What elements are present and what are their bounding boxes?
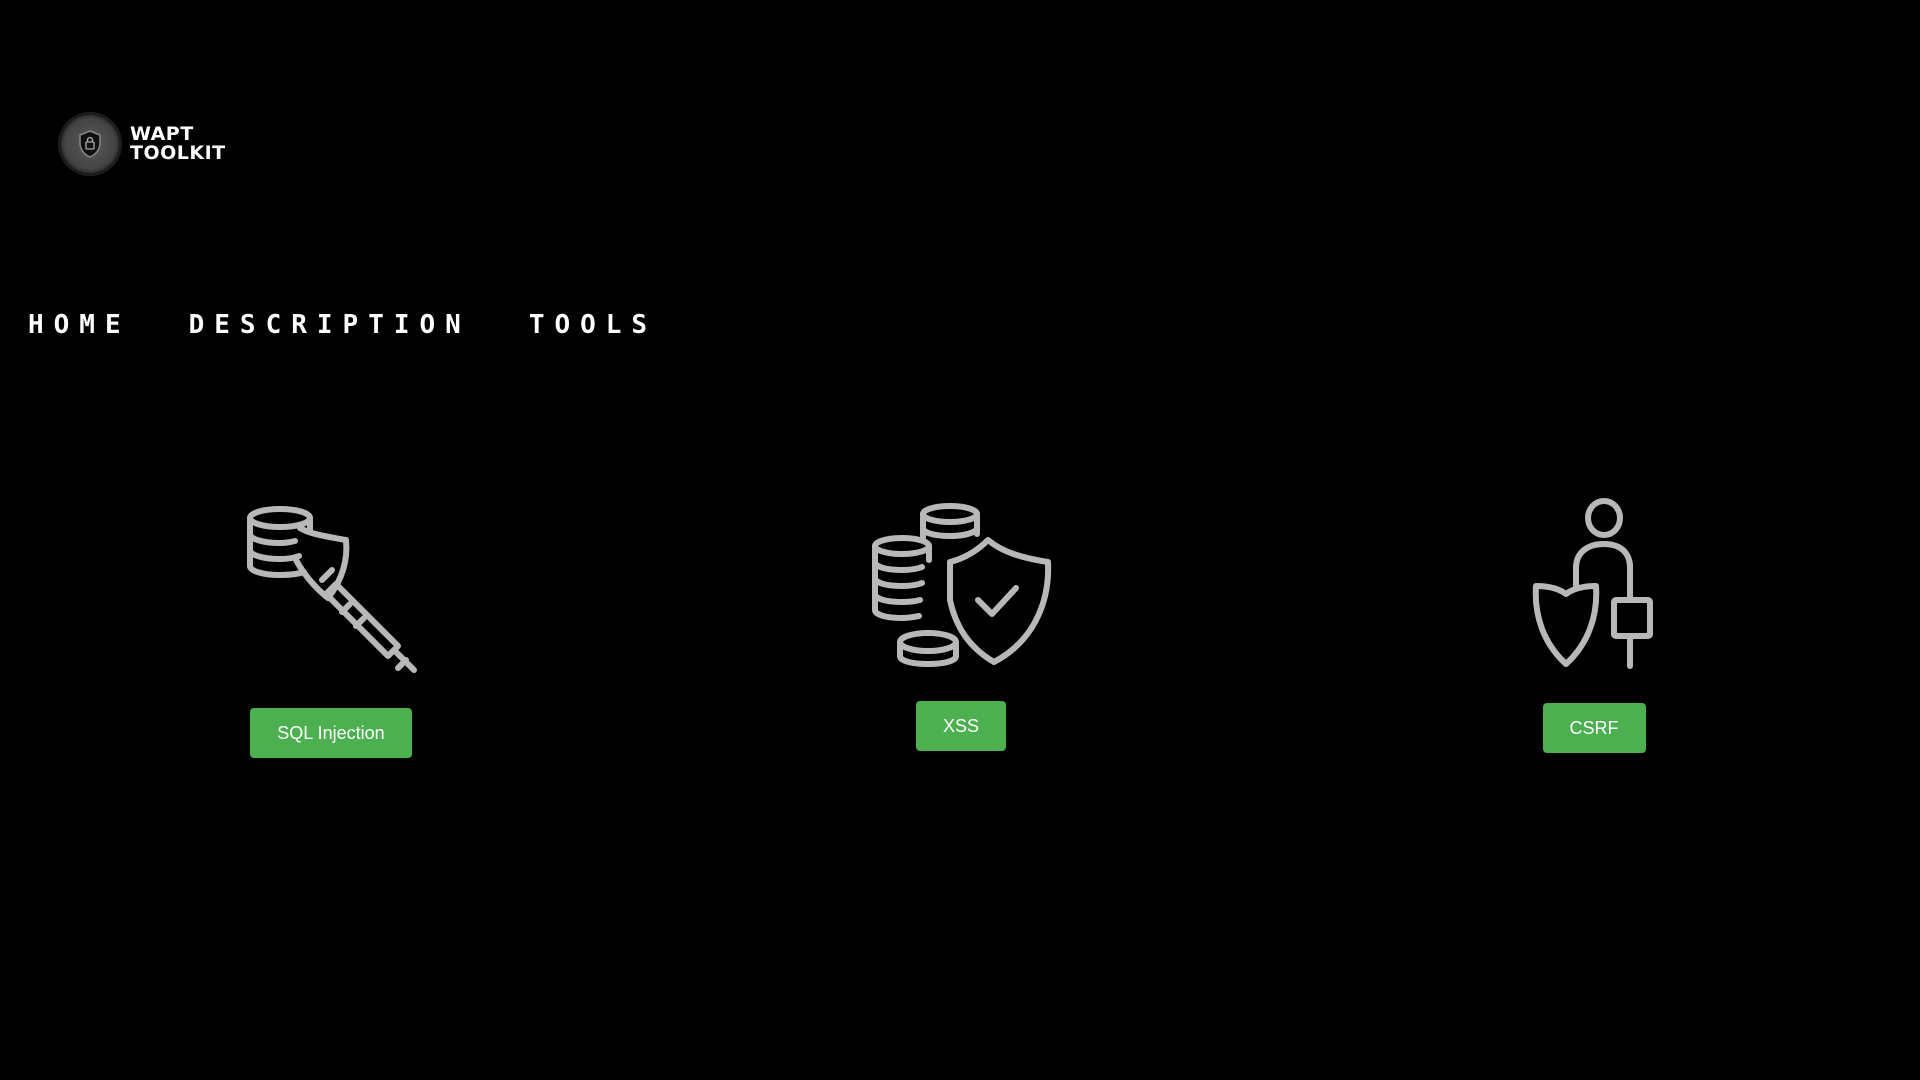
xss-button[interactable]: XSS	[915, 701, 1007, 751]
logo-line-2: TOOLKIT	[130, 142, 226, 164]
database-syringe-icon	[247, 506, 417, 673]
logo[interactable]: WAPT TOOLKIT	[58, 112, 226, 176]
csrf-button[interactable]: CSRF	[1542, 703, 1646, 753]
coins-shield-icon	[872, 503, 1052, 667]
page: WAPT TOOLKIT HOME DESCRIPTION TOOLS SQL …	[0, 0, 1920, 1080]
tool-card-csrf: CSRF	[1530, 498, 1658, 753]
shield-lock-icon	[58, 112, 122, 176]
main-nav: HOME DESCRIPTION TOOLS	[28, 310, 657, 340]
logo-text: WAPT TOOLKIT	[130, 125, 226, 163]
nav-tools[interactable]: TOOLS	[529, 310, 657, 340]
nav-home[interactable]: HOME	[28, 310, 131, 340]
tool-card-sql-injection: SQL Injection	[238, 500, 424, 758]
person-shield-icon	[1532, 498, 1653, 669]
nav-description[interactable]: DESCRIPTION	[189, 310, 471, 340]
tool-card-xss: XSS	[870, 500, 1052, 751]
sql-injection-button[interactable]: SQL Injection	[250, 708, 412, 758]
